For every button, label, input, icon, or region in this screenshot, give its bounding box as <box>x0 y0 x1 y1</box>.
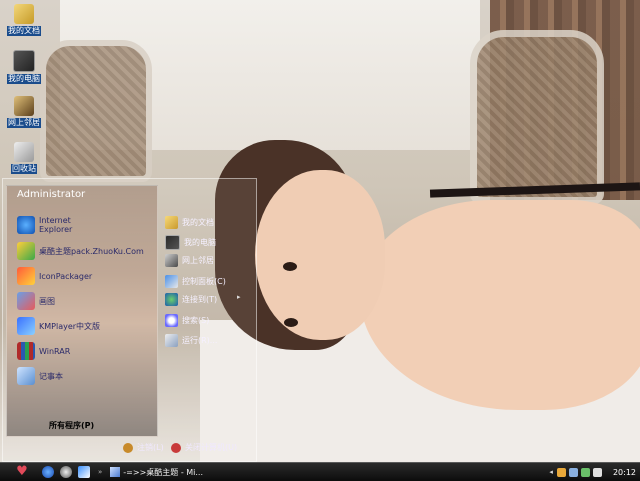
desktop-icon-my-computer[interactable]: 我的电脑 <box>0 50 48 84</box>
menu-item-paint[interactable]: 画图 <box>17 292 55 310</box>
menu-item-label: 桌酷主题pack.ZhuoKu.Com <box>39 246 144 256</box>
network-places-icon <box>14 96 34 116</box>
logoff-label: 注销(L) <box>137 443 164 452</box>
winrar-icon <box>17 342 35 360</box>
internet-explorer-icon[interactable] <box>42 466 54 478</box>
menu-item-search[interactable]: 搜索(S) <box>165 314 209 327</box>
iconpackager-icon <box>17 267 35 285</box>
menu-item-label: 我的文档 <box>182 218 214 227</box>
tray-volume-icon[interactable] <box>592 467 602 477</box>
desktop-icon-network[interactable]: 网上邻居 <box>0 96 48 128</box>
menu-item-kmplayer[interactable]: KMPlayer中文版 <box>17 317 100 335</box>
menu-item-my-documents[interactable]: 我的文档 <box>165 216 214 229</box>
shutdown-button[interactable]: 关闭计算机(U) <box>171 442 237 453</box>
menu-item-run[interactable]: 运行(R)... <box>165 334 217 347</box>
desktop-icon-label: 我的电脑 <box>7 74 41 84</box>
network-places-icon <box>165 254 178 267</box>
system-tray: ◂ 20:12 <box>549 465 636 479</box>
taskbar-window-title: -=>>桌酷主题 - Mi... <box>123 467 204 477</box>
desktop-icon-label: 回收站 <box>11 164 37 174</box>
start-menu-username: Administrator <box>17 189 86 200</box>
wallpaper-eye <box>283 262 297 271</box>
connect-to-icon <box>165 293 178 306</box>
start-menu: Administrator Internet Explorer 桌酷主题pack… <box>2 178 257 462</box>
theme-pack-icon <box>17 242 35 260</box>
desktop-icon-my-documents[interactable]: 我的文档 <box>0 4 48 36</box>
menu-item-label: KMPlayer中文版 <box>39 321 101 331</box>
tray-network-icon[interactable] <box>568 467 578 477</box>
menu-item-label: 连接到(T) <box>182 295 218 304</box>
menu-item-label: WinRAR <box>39 346 71 356</box>
menu-item-notepad[interactable]: 记事本 <box>17 367 63 385</box>
menu-item-my-computer[interactable]: 我的电脑 <box>165 235 216 250</box>
my-documents-icon <box>165 216 178 229</box>
notepad-icon <box>17 367 35 385</box>
desktop-icon-recycle-bin[interactable]: 回收站 <box>0 142 48 174</box>
internet-explorer-icon <box>17 216 35 234</box>
logoff-icon <box>123 442 133 453</box>
wallpaper-chair-left <box>40 40 152 182</box>
menu-item-label: 运行(R)... <box>182 336 218 345</box>
wallpaper-face <box>255 170 385 340</box>
search-icon <box>165 314 178 327</box>
clock[interactable]: 20:12 <box>613 468 636 477</box>
menu-item-label: 控制面板(C) <box>182 277 226 286</box>
shutdown-label: 关闭计算机(U) <box>185 443 238 452</box>
menu-item-network-places[interactable]: 网上邻居 <box>165 254 214 267</box>
control-panel-icon <box>165 275 178 288</box>
kmplayer-icon <box>17 317 35 335</box>
wallpaper-eye <box>284 318 298 327</box>
power-icon <box>171 442 181 453</box>
menu-item-label: Internet Explorer <box>39 216 73 234</box>
menu-item-winrar[interactable]: WinRAR <box>17 342 70 360</box>
tray-expand-icon[interactable]: ◂ <box>549 468 553 476</box>
logoff-button[interactable]: 注销(L) <box>123 442 164 453</box>
desktop-icon-label: 我的文档 <box>7 26 41 36</box>
taskbar: ♥ » -=>>桌酷主题 - Mi... ◂ 20:12 <box>0 462 640 481</box>
menu-item-connect-to[interactable]: 连接到(T) <box>165 293 217 306</box>
paint-icon <box>17 292 35 310</box>
menu-item-label: IconPackager <box>39 271 93 281</box>
menu-item-label: 网上邻居 <box>182 256 214 265</box>
menu-item-label: 记事本 <box>39 371 63 381</box>
submenu-arrow-icon: ▸ <box>237 293 241 301</box>
tray-app-icon[interactable] <box>556 467 566 477</box>
desktop-icon-label: 网上邻居 <box>7 118 41 128</box>
menu-item-control-panel[interactable]: 控制面板(C) <box>165 275 226 288</box>
my-computer-icon <box>13 50 35 72</box>
menu-item-label: 搜索(S) <box>182 316 210 325</box>
run-icon <box>165 334 178 347</box>
my-documents-icon <box>14 4 34 24</box>
tray-security-icon[interactable] <box>580 467 590 477</box>
menu-item-theme-pack[interactable]: 桌酷主题pack.ZhuoKu.Com <box>17 242 144 260</box>
recycle-bin-icon <box>14 142 34 162</box>
start-button[interactable]: ♥ <box>8 464 36 480</box>
wallpaper-chair-right <box>470 30 604 204</box>
my-computer-icon <box>165 235 180 250</box>
heart-icon: ♥ <box>16 464 28 479</box>
menu-item-label: 画图 <box>39 296 55 306</box>
window-icon <box>110 467 121 477</box>
show-desktop-icon[interactable] <box>60 466 72 478</box>
taskbar-window-button[interactable]: -=>>桌酷主题 - Mi... <box>110 465 210 479</box>
media-player-icon[interactable] <box>78 466 90 478</box>
all-programs-button[interactable]: 所有程序(P) <box>49 420 94 431</box>
menu-item-label: 我的电脑 <box>184 238 216 247</box>
menu-item-iconpackager[interactable]: IconPackager <box>17 267 92 285</box>
menu-item-internet-explorer[interactable]: Internet Explorer <box>17 216 72 234</box>
quick-launch-more-icon[interactable]: » <box>98 468 102 476</box>
